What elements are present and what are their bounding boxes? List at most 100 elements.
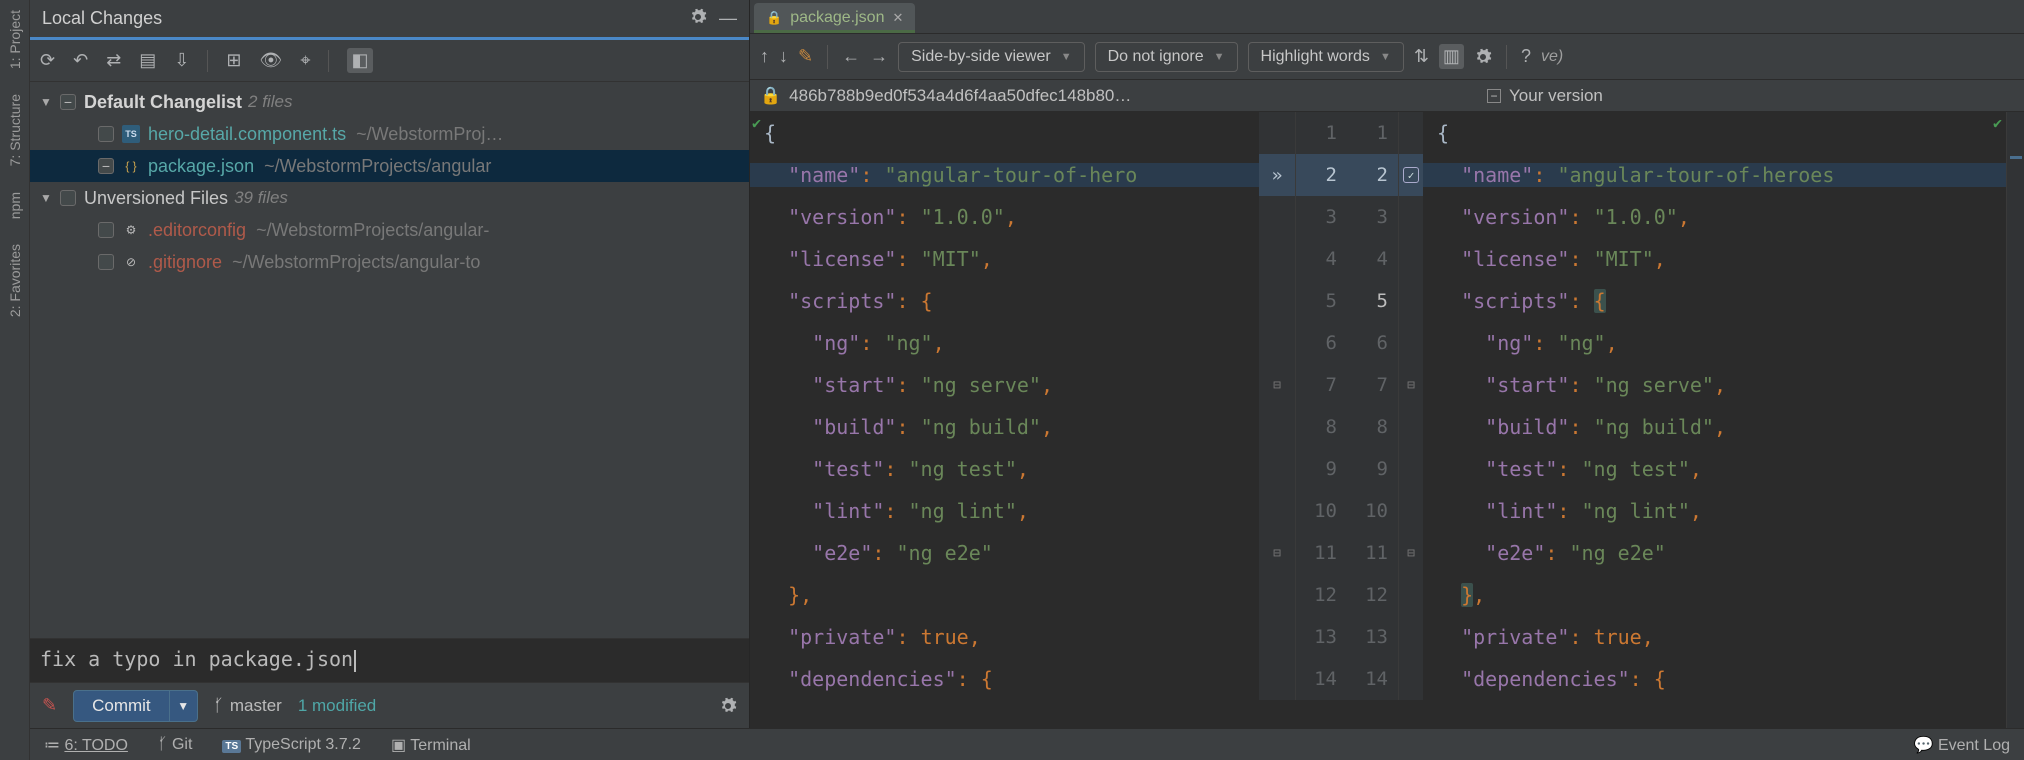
diff-row-right[interactable]: "dependencies": { bbox=[1423, 658, 2006, 700]
back-icon[interactable]: ← bbox=[842, 46, 860, 67]
file-row-gitignore[interactable]: ⊘ .gitignore ~/WebstormProjects/angular-… bbox=[30, 246, 749, 278]
toggle-sidebar-icon[interactable]: ◧ bbox=[347, 48, 372, 73]
status-event-log[interactable]: 💬 Event Log bbox=[1914, 735, 2010, 755]
local-changes-title: Local Changes bbox=[42, 8, 162, 29]
diff-row-right[interactable]: "lint": "ng lint", bbox=[1423, 490, 2006, 532]
diff-row-left[interactable]: "scripts": {55 bbox=[750, 280, 1423, 322]
help-icon[interactable]: ? bbox=[1521, 46, 1531, 67]
left-tool-rail: 1: Project 7: Structure npm 2: Favorites bbox=[0, 0, 30, 760]
status-typescript[interactable]: TS TypeScript 3.7.2 bbox=[222, 736, 361, 754]
commit-dropdown[interactable]: ▼ bbox=[170, 690, 198, 722]
edit-icon[interactable]: ✎ bbox=[798, 46, 813, 67]
file-name: hero-detail.component.ts bbox=[148, 124, 346, 145]
diff-row-left[interactable]: "lint": "ng lint",1010 bbox=[750, 490, 1423, 532]
status-todo[interactable]: ≔ 6: TODO bbox=[44, 735, 128, 755]
gear-icon[interactable] bbox=[689, 8, 707, 29]
diff-row-right[interactable]: { bbox=[1423, 112, 2006, 154]
file-checkbox[interactable] bbox=[98, 254, 114, 270]
diff-row-right[interactable]: "e2e": "ng e2e" bbox=[1423, 532, 2006, 574]
status-git[interactable]: ᚶ Git bbox=[158, 736, 193, 754]
rail-project[interactable]: 1: Project bbox=[7, 10, 23, 69]
preview-icon[interactable]: 👁 bbox=[259, 50, 282, 71]
unversioned-label: Unversioned Files bbox=[84, 188, 228, 209]
diff-row-left[interactable]: },1212 bbox=[750, 574, 1423, 616]
status-terminal[interactable]: ▣ Terminal bbox=[391, 735, 471, 755]
fold-icon[interactable]: ⊟ bbox=[1273, 378, 1281, 393]
file-checkbox[interactable] bbox=[98, 222, 114, 238]
diff-row-right[interactable]: "build": "ng build", bbox=[1423, 406, 2006, 448]
rail-favorites[interactable]: 2: Favorites bbox=[7, 244, 23, 317]
forward-icon[interactable]: → bbox=[870, 46, 888, 67]
file-checkbox[interactable] bbox=[98, 158, 114, 174]
commit-message-text: fix a typo in package.json bbox=[40, 647, 353, 671]
diff-row-right[interactable]: "scripts": { bbox=[1423, 280, 2006, 322]
diff-row-left[interactable]: "license": "MIT",44 bbox=[750, 238, 1423, 280]
diff-row-left[interactable]: "private": true,1313 bbox=[750, 616, 1423, 658]
rail-npm[interactable]: npm bbox=[7, 192, 23, 219]
amend-icon[interactable]: ✎ bbox=[42, 695, 57, 716]
diff-overview-ruler[interactable] bbox=[2006, 112, 2024, 728]
diff-row-left[interactable]: "e2e": "ng e2e"⊟1111⊟ bbox=[750, 532, 1423, 574]
changelist-icon[interactable]: ▤ bbox=[139, 50, 156, 71]
minimize-icon[interactable]: — bbox=[719, 8, 737, 29]
changelist-row[interactable]: ▼ Default Changelist 2 files bbox=[30, 86, 749, 118]
changelist-checkbox[interactable] bbox=[60, 94, 76, 110]
file-row-package-json[interactable]: { } package.json ~/WebstormProjects/angu… bbox=[30, 150, 749, 182]
next-diff-icon[interactable]: ↓ bbox=[779, 46, 788, 67]
diff-row-right[interactable]: "ng": "ng", bbox=[1423, 322, 2006, 364]
file-checkbox[interactable] bbox=[98, 126, 114, 142]
group-icon[interactable]: ⊞ bbox=[226, 50, 241, 71]
modified-count[interactable]: 1 modified bbox=[298, 696, 376, 716]
fold-icon[interactable]: ⊟ bbox=[1407, 546, 1415, 561]
close-icon[interactable]: ✕ bbox=[892, 10, 903, 26]
diff-row-right[interactable]: "version": "1.0.0", bbox=[1423, 196, 2006, 238]
changelist-label: Default Changelist bbox=[84, 92, 242, 113]
diff-row-left[interactable]: {11 bbox=[750, 112, 1423, 154]
diff-row-left[interactable]: "version": "1.0.0",33 bbox=[750, 196, 1423, 238]
diff-row-right[interactable]: }, bbox=[1423, 574, 2006, 616]
commit-button[interactable]: Commit bbox=[73, 690, 170, 722]
file-path: ~/WebstormProj… bbox=[356, 124, 503, 145]
highlight-select[interactable]: Highlight words▼ bbox=[1248, 42, 1404, 72]
fold-icon[interactable]: ⊟ bbox=[1273, 546, 1281, 561]
diff-row-left[interactable]: "build": "ng build",88 bbox=[750, 406, 1423, 448]
file-row-editorconfig[interactable]: ⚙ .editorconfig ~/WebstormProjects/angul… bbox=[30, 214, 749, 246]
collapse-icon[interactable]: ⇅ bbox=[1414, 46, 1429, 67]
expand-square-icon[interactable]: − bbox=[1487, 89, 1501, 103]
diff-row-left[interactable]: "ng": "ng",66 bbox=[750, 322, 1423, 364]
unversioned-row[interactable]: ▼ Unversioned Files 39 files bbox=[30, 182, 749, 214]
branch-icon: ᚶ bbox=[214, 696, 224, 716]
diff-row-right[interactable]: "name": "angular-tour-of-heroes bbox=[1423, 154, 2006, 196]
ts-file-icon: TS bbox=[122, 125, 140, 143]
expand-icon[interactable]: ⌖ bbox=[300, 50, 310, 71]
diff-row-right[interactable]: "license": "MIT", bbox=[1423, 238, 2006, 280]
prev-diff-icon[interactable]: ↑ bbox=[760, 46, 769, 67]
diff-icon[interactable]: ⇄ bbox=[106, 50, 121, 71]
diff-row-left[interactable]: "dependencies": {1414 bbox=[750, 658, 1423, 700]
diff-row-left[interactable]: "start": "ng serve",⊟77⊟ bbox=[750, 364, 1423, 406]
viewer-mode-select[interactable]: Side-by-side viewer▼ bbox=[898, 42, 1085, 72]
diff-settings-icon[interactable] bbox=[1474, 48, 1492, 66]
rail-structure[interactable]: 7: Structure bbox=[7, 94, 23, 166]
diff-body: ✔ {11 "name": "angular-tour-of-hero»22✓ … bbox=[750, 112, 2024, 728]
shelve-icon[interactable]: ⇩ bbox=[174, 50, 189, 71]
diff-row-right[interactable]: "private": true, bbox=[1423, 616, 2006, 658]
commit-settings-icon[interactable] bbox=[719, 697, 737, 715]
revert-check-icon[interactable]: ✓ bbox=[1403, 167, 1419, 183]
fold-icon[interactable]: ⊟ bbox=[1407, 378, 1415, 393]
editor-tab-package-json[interactable]: 🔒 package.json ✕ bbox=[754, 3, 915, 33]
rollback-icon[interactable]: ↶ bbox=[73, 50, 88, 71]
commit-message-input[interactable]: fix a typo in package.json bbox=[30, 638, 749, 682]
apply-change-icon[interactable]: » bbox=[1272, 165, 1283, 186]
diff-row-left[interactable]: "test": "ng test",99 bbox=[750, 448, 1423, 490]
diff-row-right[interactable]: "test": "ng test", bbox=[1423, 448, 2006, 490]
file-row-hero-detail[interactable]: TS hero-detail.component.ts ~/WebstormPr… bbox=[30, 118, 749, 150]
sync-scroll-icon[interactable]: ▥ bbox=[1439, 44, 1464, 69]
diff-row-right[interactable]: "start": "ng serve", bbox=[1423, 364, 2006, 406]
ignore-select[interactable]: Do not ignore▼ bbox=[1095, 42, 1238, 72]
unversioned-checkbox[interactable] bbox=[60, 190, 76, 206]
ok-indicator-right: ✔ bbox=[1993, 114, 2002, 132]
branch-label[interactable]: ᚶ master bbox=[214, 696, 282, 716]
diff-row-left[interactable]: "name": "angular-tour-of-hero»22✓ bbox=[750, 154, 1423, 196]
refresh-icon[interactable]: ⟳ bbox=[40, 50, 55, 71]
